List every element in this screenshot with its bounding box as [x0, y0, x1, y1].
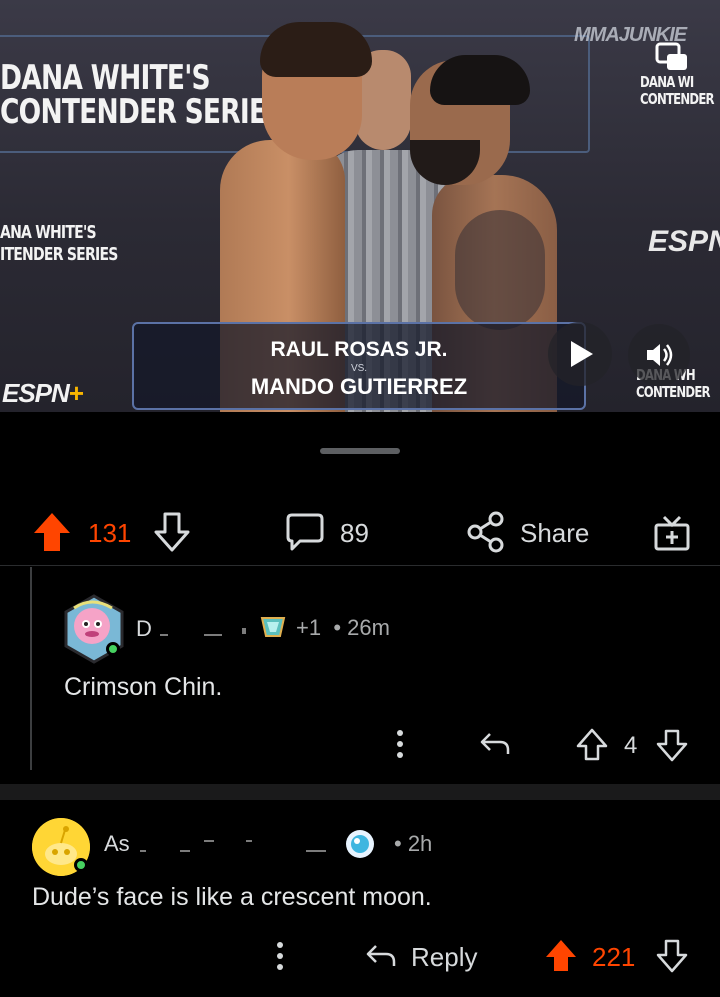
redaction-mark	[204, 634, 222, 636]
reply-arrow-icon	[480, 733, 510, 754]
upvote-arrow-icon	[34, 513, 70, 551]
more-vertical-icon	[277, 942, 283, 970]
backdrop-small-line2: ITENDER SERIES	[0, 244, 118, 265]
comment1-upvote-button[interactable]	[576, 728, 608, 767]
redaction-mark	[306, 850, 326, 852]
gift-award-icon	[654, 515, 690, 551]
video-player[interactable]: DANA WHITE'S CONTENDER SERIES ANA WHITE'…	[0, 0, 720, 412]
share-label[interactable]: Share	[520, 518, 589, 549]
fighter-right-hair	[430, 55, 530, 105]
downvote-arrow-icon	[154, 512, 190, 552]
redaction-mark	[204, 840, 214, 842]
drag-handle[interactable]	[320, 448, 400, 454]
comment2-score: 221	[592, 942, 636, 972]
reply-arrow-icon	[366, 945, 396, 966]
divider	[0, 565, 720, 566]
comment2-flair-icon	[344, 828, 376, 860]
comment1-downvote-button[interactable]	[656, 728, 688, 767]
comment1-points: +1	[296, 615, 322, 640]
comment1-online-dot	[106, 642, 120, 656]
comment1-time: • 26m	[333, 615, 390, 640]
downvote-button[interactable]	[152, 511, 192, 553]
post-action-bar: 131 89 Share	[0, 505, 720, 561]
more-vertical-icon	[397, 730, 403, 758]
backdrop-small-line1: ANA WHITE'S	[0, 222, 97, 243]
post-upvote-count: 131	[88, 518, 132, 548]
downvote-arrow-icon	[656, 939, 688, 973]
comment1-body: Crimson Chin.	[64, 673, 223, 701]
fighter-left-hair	[260, 22, 372, 77]
comment2-username[interactable]: As	[104, 831, 130, 857]
fighter-right-tattoo	[455, 210, 545, 330]
comment2-upvote-button[interactable]	[544, 938, 578, 979]
post-comment-count: 89	[340, 518, 369, 548]
comment2-reply-label[interactable]: Reply	[411, 942, 477, 973]
comment1-reply-button[interactable]	[478, 728, 512, 765]
comment-bubble-icon	[286, 513, 324, 551]
comment-separator	[0, 784, 720, 800]
downvote-arrow-icon	[656, 729, 688, 762]
redaction-mark	[242, 628, 246, 634]
comment1-more-button[interactable]	[390, 728, 410, 765]
backdrop-brand-line2: CONTENDER SERIES	[0, 92, 285, 132]
backdrop-bottom-right-line2: CONTENDER	[636, 383, 711, 401]
fight-lower-third: RAUL ROSAS JR. VS. MANDO GUTIERREZ	[132, 322, 586, 410]
redaction-mark	[246, 840, 252, 842]
fighter2-name: MANDO GUTIERREZ	[250, 374, 468, 399]
share-icon	[467, 511, 504, 553]
award-button[interactable]	[652, 511, 692, 553]
upvote-arrow-icon	[576, 728, 608, 761]
espn-logo: ESPN	[648, 225, 720, 258]
fighter1-name: RAUL ROSAS JR.	[270, 338, 448, 361]
backdrop-right-line2: CONTENDER	[640, 90, 715, 108]
volume-button[interactable]	[628, 324, 690, 386]
comment1-username[interactable]: D	[136, 616, 152, 642]
redaction-mark	[180, 850, 190, 852]
comment1-meta: +1 • 26m	[296, 615, 390, 641]
redaction-mark	[160, 634, 168, 636]
thread-line[interactable]	[30, 567, 32, 770]
upvote-arrow-icon	[546, 940, 576, 971]
upvote-button[interactable]	[32, 511, 72, 553]
comment2-reply-button[interactable]	[364, 940, 398, 977]
comment2-online-dot	[74, 858, 88, 872]
comment2-body: Dude’s face is like a crescent moon.	[32, 883, 432, 911]
share-button[interactable]	[466, 511, 506, 553]
espn-plus-logo: ESPN+	[2, 378, 84, 408]
redaction-mark	[140, 850, 146, 852]
comment2-time: • 2h	[394, 831, 433, 856]
comment1-flair-icon	[258, 612, 288, 642]
play-button[interactable]	[548, 322, 612, 386]
play-icon	[571, 341, 593, 367]
comment1-score: 4	[624, 732, 638, 759]
volume-icon	[647, 344, 673, 366]
picture-in-picture-icon[interactable]	[655, 40, 689, 74]
comment2-downvote-button[interactable]	[656, 938, 688, 979]
vs-label: VS.	[350, 363, 368, 374]
comments-button[interactable]	[284, 511, 326, 553]
backdrop-right-line1: DANA WI	[640, 73, 694, 91]
comment2-more-button[interactable]	[270, 940, 290, 977]
